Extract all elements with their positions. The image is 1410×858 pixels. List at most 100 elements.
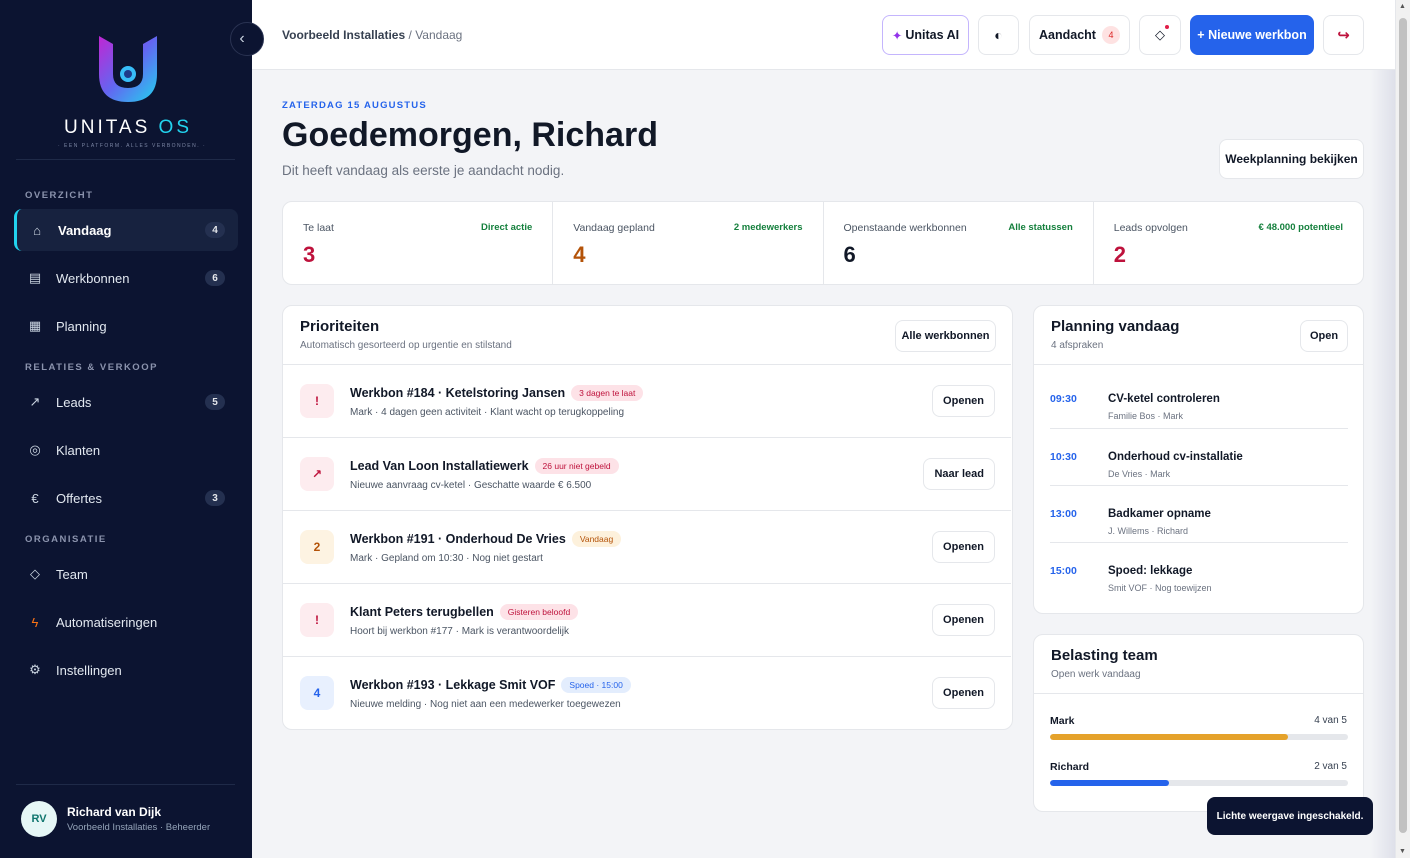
priority-title: Klant Peters terugbellen Gisteren beloofd bbox=[350, 604, 579, 620]
open-button[interactable]: Openen bbox=[932, 531, 995, 563]
rank-badge: 4 bbox=[300, 676, 334, 710]
scroll-up-icon[interactable]: ▲ bbox=[1399, 3, 1406, 10]
ai-label: Unitas AI bbox=[905, 28, 960, 42]
stat-open-workorders[interactable]: Openstaande werkbonnen Alle statussen 6 bbox=[824, 202, 1094, 284]
sidebar-item-planning[interactable]: ▦ Planning bbox=[14, 305, 238, 347]
sidebar-item-offertes[interactable]: € Offertes 3 bbox=[14, 477, 238, 519]
breadcrumb-company[interactable]: Voorbeeld Installaties bbox=[282, 28, 405, 42]
member-name: Mark bbox=[1050, 715, 1075, 727]
user-name: Richard van Dijk bbox=[67, 805, 162, 819]
scrollbar-thumb[interactable] bbox=[1399, 18, 1407, 833]
half-circle-icon: ◐ bbox=[994, 27, 1003, 43]
diamond-notification-icon: ◇ bbox=[1155, 27, 1165, 42]
priority-row[interactable]: 2 Werkbon #191 · Onderhoud De Vries Vanda… bbox=[283, 510, 1011, 583]
slot-meta: Smit VOF · Nog toewijzen bbox=[1108, 583, 1212, 593]
stat-label: Te laat bbox=[303, 222, 334, 234]
section-overview: OVERZICHT bbox=[25, 190, 94, 201]
count-badge: 4 bbox=[205, 222, 225, 238]
member-load: 4 van 5 bbox=[1314, 715, 1347, 726]
sidebar-item-instellingen[interactable]: ⚙ Instellingen bbox=[14, 649, 238, 691]
user-profile[interactable]: RV Richard van Dijk Voorbeeld Installati… bbox=[0, 784, 252, 858]
sidebar-item-werkbonnen[interactable]: ▤ Werkbonnen 6 bbox=[14, 257, 238, 299]
week-planning-button[interactable]: Weekplanning bekijken bbox=[1219, 139, 1364, 179]
stat-value: 6 bbox=[843, 242, 856, 267]
priority-row[interactable]: ! Werkbon #184 · Ketelstoring Jansen 3 da… bbox=[283, 364, 1011, 437]
priority-row[interactable]: ↗ Lead Van Loon Installatiewerk 26 uur ni… bbox=[283, 437, 1011, 510]
sidebar-item-label: Leads bbox=[56, 394, 92, 410]
priority-row[interactable]: ! Klant Peters terugbellen Gisteren beloo… bbox=[283, 583, 1011, 656]
slot-time: 10:30 bbox=[1050, 451, 1077, 463]
card-subtitle: Open werk vandaag bbox=[1051, 669, 1141, 680]
status-badge: Spoed · 15:00 bbox=[561, 677, 631, 693]
slot-title: Onderhoud cv-installatie bbox=[1108, 451, 1243, 463]
slot-meta: J. Willems · Richard bbox=[1108, 526, 1189, 536]
sidebar-item-automatiseringen[interactable]: ϟ Automatiseringen bbox=[14, 601, 238, 643]
sidebar-item-label: Instellingen bbox=[56, 662, 122, 678]
status-badge: Gisteren beloofd bbox=[499, 604, 579, 620]
planning-slot[interactable]: 13:00 Badkamer opname J. Willems · Richa… bbox=[1050, 485, 1348, 542]
sidebar-item-label: Vandaag bbox=[58, 222, 112, 238]
breadcrumb-separator: / bbox=[408, 28, 412, 42]
theme-toggle-button[interactable]: ◐ bbox=[978, 15, 1019, 55]
collapse-sidebar-button[interactable]: ‹ bbox=[230, 22, 264, 56]
logout-button[interactable]: ↪ bbox=[1323, 15, 1364, 55]
planning-slot[interactable]: 09:30 CV-ketel controleren Familie Bos ·… bbox=[1050, 371, 1348, 428]
calendar-grid-icon: ▦ bbox=[28, 318, 42, 333]
scrollbar[interactable]: ▲ ▼ bbox=[1395, 0, 1410, 858]
priority-meta: Hoort bij werkbon #177 · Mark is verantw… bbox=[350, 626, 569, 637]
divider bbox=[1034, 364, 1363, 365]
arrow-up-right-icon: ↗ bbox=[29, 394, 41, 409]
load-bar-fill bbox=[1050, 780, 1170, 786]
load-bar bbox=[1050, 780, 1348, 786]
new-workorder-button[interactable]: + Nieuwe werkbon bbox=[1190, 15, 1314, 55]
open-button[interactable]: Openen bbox=[932, 677, 995, 709]
unitas-logo-icon bbox=[99, 36, 157, 102]
count-badge: 6 bbox=[205, 270, 225, 286]
stat-planned-today[interactable]: Vandaag gepland 2 medewerkers 4 bbox=[553, 202, 824, 284]
attention-label: Aandacht bbox=[1039, 28, 1096, 42]
count-badge: 3 bbox=[205, 490, 225, 506]
card-subtitle: Automatisch gesorteerd op urgentie en st… bbox=[300, 340, 512, 351]
stat-label: Openstaande werkbonnen bbox=[843, 222, 967, 234]
priority-title: Lead Van Loon Installatiewerk 26 uur niet… bbox=[350, 458, 619, 474]
sidebar-item-label: Klanten bbox=[56, 442, 101, 458]
topbar: Voorbeeld Installaties / Vandaag ✦ Unitas… bbox=[252, 0, 1395, 70]
card-title: Planning vandaag bbox=[1051, 318, 1180, 335]
to-lead-button[interactable]: Naar lead bbox=[923, 458, 995, 490]
slot-title: Spoed: lekkage bbox=[1108, 565, 1193, 577]
arrow-up-right-icon: ↗ bbox=[300, 457, 334, 491]
attention-button[interactable]: Aandacht 4 bbox=[1029, 15, 1130, 55]
sidebar-item-klanten[interactable]: ◎ Klanten bbox=[14, 429, 238, 471]
all-workorders-button[interactable]: Alle werkbonnen bbox=[895, 320, 996, 352]
member-name: Richard bbox=[1050, 761, 1090, 773]
sidebar-item-team[interactable]: ◇ Team bbox=[14, 553, 238, 595]
sidebar-item-vandaag[interactable]: ⌂ Vandaag 4 bbox=[14, 209, 238, 251]
load-bar-fill bbox=[1050, 734, 1289, 740]
slot-time: 13:00 bbox=[1050, 508, 1077, 520]
logo: UNITAS OS · EEN PLATFORM. ALLES VERBONDE… bbox=[58, 32, 205, 149]
slot-title: Badkamer opname bbox=[1108, 508, 1211, 520]
priority-row[interactable]: 4 Werkbon #193 · Lekkage Smit VOF Spoed ·… bbox=[283, 656, 1011, 729]
section-relations: RELATIES & VERKOOP bbox=[25, 362, 158, 373]
attention-count-badge: 4 bbox=[1101, 26, 1120, 44]
stat-late[interactable]: Te laat Direct actie 3 bbox=[283, 202, 554, 284]
count-badge: 5 bbox=[205, 394, 225, 410]
open-button[interactable]: Openen bbox=[932, 604, 995, 636]
card-title: Belasting team bbox=[1051, 647, 1158, 664]
unitas-ai-button[interactable]: ✦ Unitas AI bbox=[882, 15, 969, 55]
sparkle-icon: ✦ bbox=[891, 28, 903, 43]
alert-icon: ! bbox=[300, 603, 334, 637]
stat-leads-followup[interactable]: Leads opvolgen € 48.000 potentieel 2 bbox=[1094, 202, 1363, 284]
sidebar-item-leads[interactable]: ↗ Leads 5 bbox=[14, 381, 238, 423]
planning-slot[interactable]: 10:30 Onderhoud cv-installatie De Vries … bbox=[1050, 428, 1348, 485]
toast-notification: Lichte weergave ingeschakeld. bbox=[1207, 797, 1373, 835]
scroll-down-icon[interactable]: ▼ bbox=[1399, 848, 1406, 855]
gear-icon: ⚙ bbox=[29, 662, 41, 677]
planning-slot[interactable]: 15:00 Spoed: lekkage Smit VOF · Nog toew… bbox=[1050, 542, 1348, 599]
section-organisation: ORGANISATIE bbox=[25, 534, 107, 545]
status-badge: 26 uur niet gebeld bbox=[534, 458, 619, 474]
open-planning-button[interactable]: Open bbox=[1300, 320, 1348, 352]
open-button[interactable]: Openen bbox=[932, 385, 995, 417]
notifications-button[interactable]: ◇ bbox=[1139, 15, 1181, 55]
avatar: RV bbox=[21, 801, 57, 837]
